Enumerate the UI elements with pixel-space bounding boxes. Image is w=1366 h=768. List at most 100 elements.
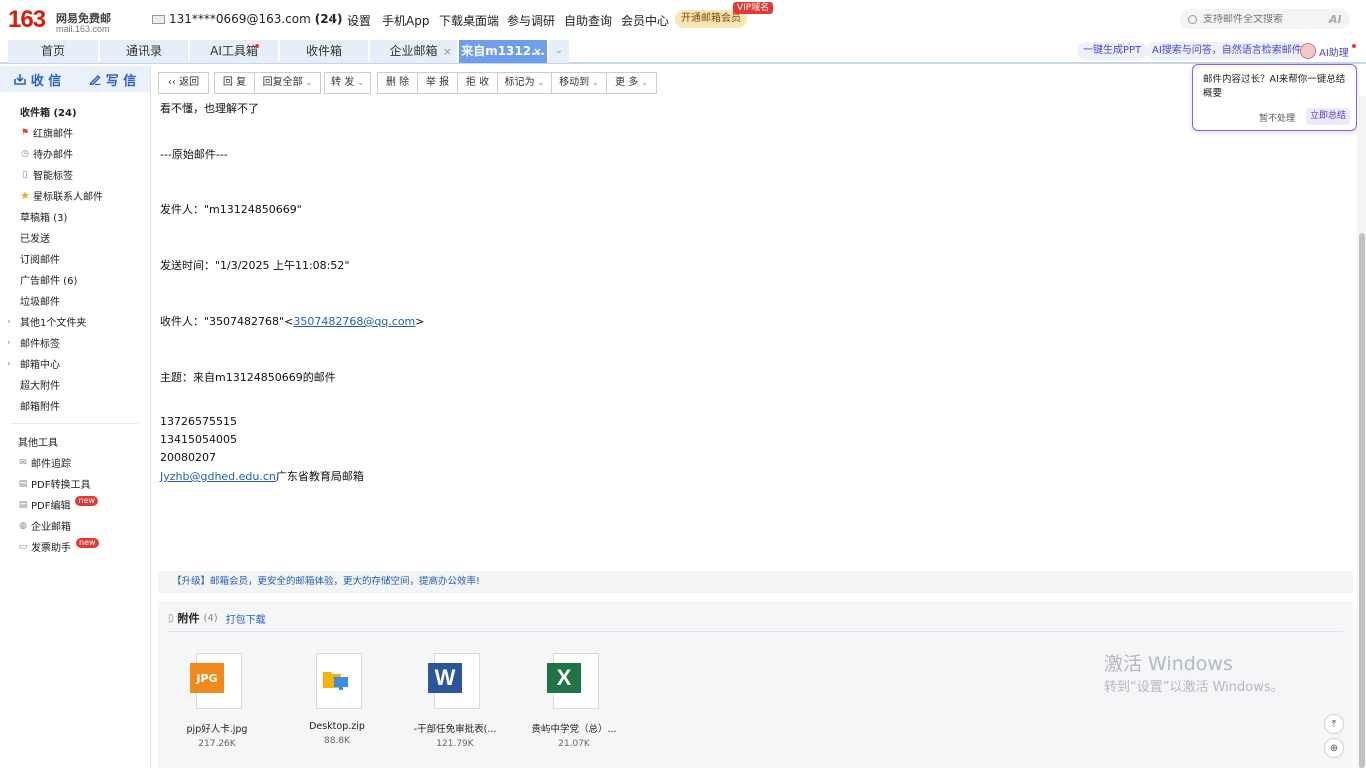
reject-button[interactable]: 拒 收 xyxy=(457,72,498,94)
sidebar-item-mail-tags[interactable]: › 邮件标签 xyxy=(7,335,60,351)
notification-dot xyxy=(1351,44,1356,48)
sidebar-item-mail-center[interactable]: › 邮箱中心 xyxy=(7,356,60,372)
attachment-item[interactable]: JPG pjp好人卡.jpg 217.26K xyxy=(162,651,272,749)
tool-pdf-edit[interactable]: ▤ PDF编辑 new xyxy=(18,495,99,512)
search-box[interactable]: AI xyxy=(1180,9,1350,29)
sidebar-item-starred-contacts[interactable]: ★ 星标联系人邮件 xyxy=(20,188,103,203)
tab-ai-toolbox[interactable]: AI工具箱 xyxy=(190,40,279,63)
sidebar-item-inbox[interactable]: 收件箱 (24) xyxy=(20,104,77,119)
sidebar-item-large-attachments[interactable]: 超大附件 xyxy=(20,377,60,392)
attachment-size: 21.07K xyxy=(558,739,590,749)
globe-icon: ◍ xyxy=(19,520,27,531)
attachment-item[interactable]: X 贵屿中学党（总）... 21.07K xyxy=(519,651,629,749)
sidebar-item-mail-attachments[interactable]: 邮箱附件 xyxy=(20,398,60,413)
sidebar-item-sent[interactable]: 已发送 xyxy=(20,230,50,245)
sidebar-item-label: 邮件标签 xyxy=(20,339,60,350)
mark-as-button[interactable]: 标记为 ⌄ xyxy=(497,72,552,94)
zip-file-icon xyxy=(308,651,366,711)
reply-all-button[interactable]: 回复全部 ⌄ xyxy=(254,72,321,94)
sidebar-item-drafts[interactable]: 草稿箱 (3) xyxy=(20,209,67,224)
report-button[interactable]: 举 报 xyxy=(417,72,458,94)
nav-settings[interactable]: 设置 xyxy=(347,12,371,29)
generate-ppt-button[interactable]: 一键生成PPT xyxy=(1077,42,1148,60)
move-to-button[interactable]: 移动到 ⌄ xyxy=(551,72,607,94)
scrollbar-thumb[interactable] xyxy=(1359,233,1365,768)
mailbox-icon xyxy=(152,14,165,24)
tab-inbox[interactable]: 收件箱 xyxy=(280,40,369,63)
ai-assistant-button[interactable]: AI助理 xyxy=(1300,42,1356,60)
email-link[interactable]: Jyzhb@gdhed.edu.cn xyxy=(160,470,276,483)
tool-pdf-convert[interactable]: ▤ PDF转换工具 xyxy=(18,476,91,492)
sidebar-actions: 收 信 写 信 xyxy=(0,66,150,92)
tab-current-mail[interactable]: 来自m1312... × xyxy=(459,40,548,63)
account-unread-count: (24) xyxy=(314,12,343,26)
download-all-link[interactable]: 打包下载 xyxy=(226,611,266,626)
sidebar-item-smart-tags[interactable]: ▯ 智能标签 xyxy=(20,167,73,183)
delete-button[interactable]: 删 除 xyxy=(377,72,418,94)
sidebar-item-spam[interactable]: 垃圾邮件 xyxy=(20,293,60,308)
new-badge: new xyxy=(76,537,99,548)
nav-self-service[interactable]: 自助查询 xyxy=(564,12,612,29)
pen-icon xyxy=(89,74,101,85)
upgrade-banner[interactable]: 【升级】邮箱会员，更安全的邮箱体验，更大的存储空间，提高办公效率! xyxy=(158,571,1353,593)
recipient-email-link[interactable]: 3507482768@qq.com xyxy=(293,315,415,328)
search-input[interactable] xyxy=(1203,13,1323,25)
ai-search-qa-button[interactable]: AI搜索与问答，自然语言检索邮件 xyxy=(1146,42,1308,60)
chevron-right-icon[interactable]: › xyxy=(7,317,11,327)
jpg-file-icon: JPG xyxy=(188,651,246,711)
original-send-time: 发送时间："1/3/2025 上午11:08:52" xyxy=(160,259,350,272)
file-type-badge: W xyxy=(428,663,462,693)
tool-enterprise-mail[interactable]: ◍ 企业邮箱 xyxy=(18,518,71,534)
sidebar-item-flagged[interactable]: ⚑ 红旗邮件 xyxy=(20,125,73,141)
scrollbar[interactable] xyxy=(1357,96,1366,768)
dismiss-button[interactable]: 暂不处理 xyxy=(1259,111,1295,124)
chevron-down-icon[interactable]: ⌄ xyxy=(549,40,569,63)
tab-contacts[interactable]: 通讯录 xyxy=(100,40,189,63)
chevron-right-icon[interactable]: › xyxy=(7,359,11,369)
logo-number[interactable]: 163 xyxy=(8,6,46,34)
summarize-now-button[interactable]: 立即总结 xyxy=(1306,108,1351,125)
notification-dot xyxy=(255,44,259,48)
nav-mobile-app[interactable]: 手机App xyxy=(382,12,429,29)
sidebar-item-subscriptions[interactable]: 订阅邮件 xyxy=(20,251,60,266)
zoom-button[interactable]: ⊕ xyxy=(1324,738,1344,758)
tab-label: 通讯录 xyxy=(125,44,162,58)
move-to-label: 移动到 xyxy=(559,77,590,88)
reply-button[interactable]: 回 复 xyxy=(214,72,255,94)
ai-search-icon[interactable]: AI xyxy=(1329,13,1342,26)
back-button[interactable]: ‹‹ 返回 xyxy=(158,72,209,94)
tab-bar: 首页 通讯录 AI工具箱 收件箱 企业邮箱 × 来自m1312... × ⌄ 一… xyxy=(0,40,1366,64)
sidebar-item-other-folders[interactable]: › 其他1个文件夹 xyxy=(7,314,86,330)
sidebar-item-label: 智能标签 xyxy=(33,171,73,182)
nav-survey[interactable]: 参与调研 xyxy=(507,12,555,29)
attachment-item[interactable]: W -干部任免审批表(... 121.79K xyxy=(400,651,510,749)
nav-member-center[interactable]: 会员中心 xyxy=(621,12,669,29)
chevron-right-icon[interactable]: › xyxy=(7,338,11,348)
tool-invoice-assistant[interactable]: ▭ 发票助手 new xyxy=(18,537,99,554)
close-icon[interactable]: × xyxy=(533,40,542,63)
tools-title: 其他工具 xyxy=(18,434,58,449)
account-switcher[interactable]: 131****0669@163.com (24) ⌄ xyxy=(152,12,355,26)
receive-button[interactable]: 收 信 xyxy=(0,66,75,92)
sidebar: 收 信 写 信 收件箱 (24) ⚑ 红旗邮件 ◷ 待办邮件 ▯ 智能标签 ★ … xyxy=(0,66,151,768)
tool-label: 发票助手 xyxy=(31,543,71,554)
tab-home[interactable]: 首页 xyxy=(8,40,99,63)
attachment-name: -干部任免审批表(... xyxy=(413,724,497,735)
more-button[interactable]: 更 多 ⌄ xyxy=(606,72,657,94)
tool-label: 企业邮箱 xyxy=(31,522,71,533)
arrow-up-icon: ⤒ xyxy=(1331,718,1337,730)
forward-button[interactable]: 转 发 ⌄ xyxy=(324,72,371,94)
compose-button[interactable]: 写 信 xyxy=(75,66,150,92)
tool-mail-tracking[interactable]: ✉ 邮件追踪 xyxy=(18,455,71,471)
tools-title-label: 其他工具 xyxy=(18,438,58,449)
sidebar-item-todo[interactable]: ◷ 待办邮件 xyxy=(20,146,73,162)
chevron-down-icon: ⌄ xyxy=(357,78,364,87)
nav-desktop-download[interactable]: 下载桌面端 xyxy=(439,12,499,29)
mail-tracking-icon: ✉ xyxy=(19,457,27,468)
close-icon[interactable]: × xyxy=(443,40,452,63)
attachment-item[interactable]: Desktop.zip 88.8K xyxy=(282,651,392,746)
sidebar-item-ads[interactable]: 广告邮件 (6) xyxy=(20,272,77,287)
account-address: 131****0669@163.com xyxy=(169,12,311,26)
tab-enterprise-mail[interactable]: 企业邮箱 × xyxy=(370,40,458,63)
scroll-to-top-button[interactable]: ⤒ xyxy=(1324,714,1344,734)
